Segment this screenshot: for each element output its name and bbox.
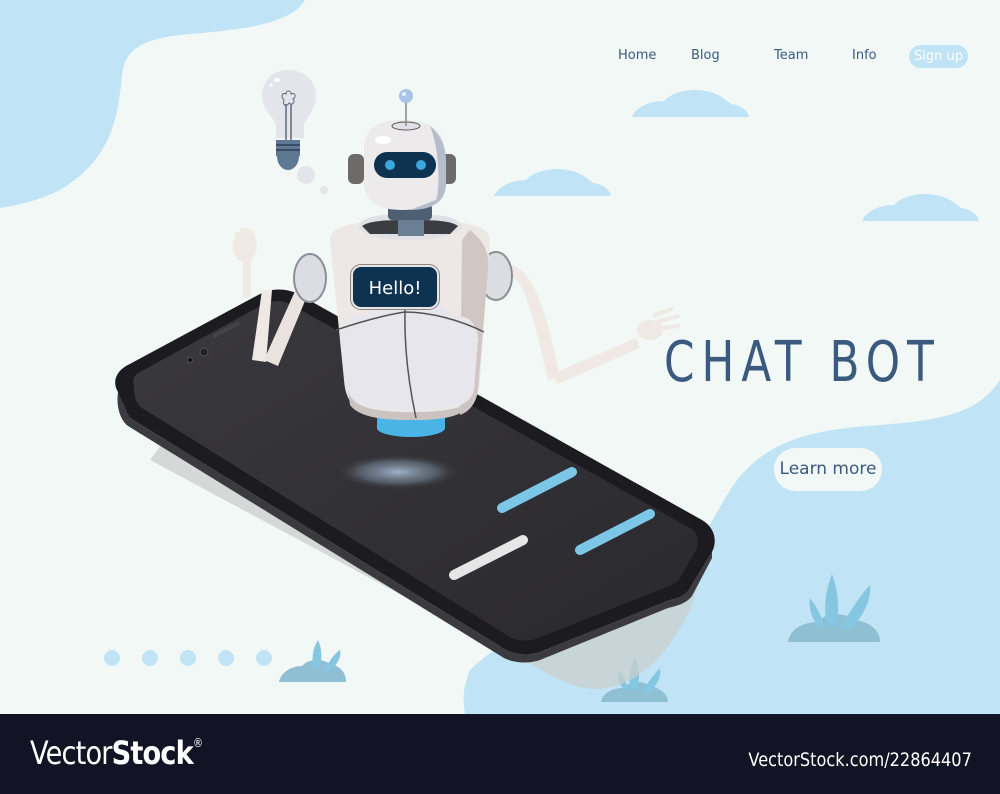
hero-title: CHAT BOT (664, 330, 941, 395)
nav-link-blog[interactable]: Blog (691, 48, 720, 63)
nav-link-home[interactable]: Home (618, 48, 656, 63)
pagination-dot[interactable] (180, 650, 196, 666)
top-navigation: Home Blog Team Info Sign up (0, 45, 1000, 69)
hologram-glow (334, 454, 462, 490)
footer-bar: VectorStock® VectorStock.com/22864407 (0, 714, 1000, 794)
cloud (862, 194, 979, 221)
robot-visor (374, 152, 436, 178)
robot-eye (385, 160, 395, 170)
pagination-dot[interactable] (218, 650, 234, 666)
learn-more-button[interactable]: Learn more (774, 448, 882, 491)
vectorstock-logo: VectorStock® (30, 734, 203, 772)
robot-shoulder (293, 253, 327, 303)
pagination-dot[interactable] (256, 650, 272, 666)
pagination-dot[interactable] (104, 650, 120, 666)
registered-mark: ® (192, 736, 203, 750)
thought-bubble (320, 186, 328, 194)
logo-text-bold: Stock (111, 734, 194, 772)
image-id-text: VectorStock.com/22864407 (748, 749, 972, 771)
thought-bubble (297, 166, 315, 184)
nav-link-team[interactable]: Team (774, 48, 808, 63)
pagination-dots (104, 650, 272, 666)
robot-eye (416, 160, 426, 170)
lightbulb-icon (262, 70, 316, 170)
robot-torso (330, 220, 490, 420)
robot-head (348, 89, 456, 210)
logo-text-light: Vector (30, 734, 112, 772)
hero-stage: Home Blog Team Info Sign up Hello! CHAT … (0, 0, 1000, 714)
sign-up-button[interactable]: Sign up (909, 45, 968, 68)
plant-bush (279, 640, 346, 682)
bg-blob-top-left (0, 0, 305, 208)
cloud (494, 169, 611, 196)
pagination-dot[interactable] (142, 650, 158, 666)
nav-link-info[interactable]: Info (852, 48, 877, 63)
robot-speech-badge: Hello! (351, 265, 439, 309)
robot-right-arm (508, 265, 681, 384)
cloud (632, 90, 749, 117)
